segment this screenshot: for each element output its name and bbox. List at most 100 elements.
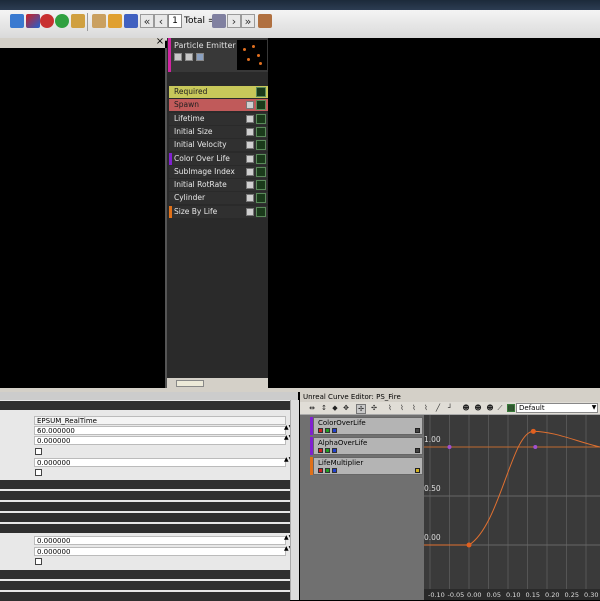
property-field[interactable]: EPSUM_RealTime [34, 416, 286, 425]
restart-icon[interactable] [10, 14, 24, 28]
curve-graph-icon[interactable] [256, 193, 266, 204]
category-bar[interactable] [0, 491, 290, 500]
category-bar[interactable] [0, 480, 290, 489]
curve-list-item[interactable]: LifeMultiplier [310, 457, 423, 475]
property-checkbox[interactable] [35, 448, 42, 455]
grid-icon[interactable] [108, 14, 122, 28]
curve-graph[interactable] [424, 415, 600, 600]
module-enable-checkbox[interactable] [246, 207, 254, 216]
green-circle-icon[interactable] [55, 14, 69, 28]
straighten-tangents-icon[interactable]: ☻ [474, 404, 482, 412]
curve-graph-icon[interactable] [256, 140, 266, 151]
module-enable-checkbox[interactable] [246, 101, 254, 110]
save-icon[interactable] [124, 14, 138, 28]
first-lod-button[interactable]: « [140, 14, 154, 28]
preview-viewport[interactable] [0, 48, 167, 388]
curve-graph-icon[interactable] [256, 206, 266, 217]
property-field[interactable]: 0.000000 [34, 547, 286, 556]
curve-graph-icon[interactable] [256, 166, 266, 177]
module-enable-checkbox[interactable] [246, 167, 254, 176]
property-field[interactable]: 0.000000 [34, 458, 286, 467]
channel-toggle-icon[interactable] [332, 468, 337, 473]
channel-toggle-icon[interactable] [318, 468, 323, 473]
channel-toggle-icon[interactable] [325, 468, 330, 473]
channel-toggle-icon[interactable] [318, 448, 323, 453]
property-field[interactable]: 0.000000 [34, 436, 286, 445]
property-field[interactable]: 60.000000 [34, 426, 286, 435]
add-lod-icon[interactable] [212, 14, 226, 28]
module-row[interactable]: Lifetime [169, 112, 268, 125]
emitter-toggle-icon[interactable] [174, 53, 182, 61]
curve-auto-icon[interactable]: ⌇ [386, 404, 394, 412]
module-row[interactable]: Initial Velocity [169, 139, 268, 152]
wrench-icon[interactable] [71, 14, 85, 28]
module-enable-checkbox[interactable] [246, 114, 254, 123]
curve-graph-icon[interactable] [256, 153, 266, 164]
lod-number-field[interactable]: 1 [168, 14, 182, 28]
create-tab-icon[interactable]: ⟋ [496, 404, 504, 412]
curve-graph-icon[interactable] [256, 87, 266, 97]
emitter-render-icon[interactable] [185, 53, 193, 61]
pan-icon[interactable]: ✥ [342, 404, 350, 412]
close-icon[interactable]: × [155, 37, 165, 47]
prev-lod-button[interactable]: ‹ [154, 14, 168, 28]
curve-list-item[interactable]: ColorOverLife [310, 417, 423, 435]
curve-graph-icon[interactable] [256, 126, 266, 137]
scrollbar-thumb[interactable] [176, 380, 204, 387]
curve-user-icon[interactable]: ⌇ [410, 404, 418, 412]
module-row[interactable]: Initial Size [169, 125, 268, 138]
emitter-mode-icon[interactable] [196, 53, 204, 61]
red-circle-icon[interactable] [40, 14, 54, 28]
channel-toggle-icon[interactable] [325, 428, 330, 433]
fence-icon[interactable] [92, 14, 106, 28]
module-enable-checkbox[interactable] [246, 154, 254, 163]
curve-list-item[interactable]: AlphaOverLife [310, 437, 423, 455]
property-checkbox[interactable] [35, 469, 42, 476]
module-enable-checkbox[interactable] [246, 181, 254, 190]
chevron-down-icon[interactable]: ▼ [590, 403, 598, 413]
curve-graph-icon[interactable] [256, 113, 266, 124]
color-icon[interactable] [26, 14, 40, 28]
module-enable-checkbox[interactable] [246, 127, 254, 136]
category-bar[interactable] [0, 401, 290, 410]
channel-toggle-icon[interactable] [332, 448, 337, 453]
module-row[interactable]: Spawn [169, 99, 268, 112]
category-bar[interactable] [0, 502, 290, 511]
next-lod-button[interactable]: › [227, 14, 241, 28]
module-enable-checkbox[interactable] [246, 194, 254, 203]
zoom-mode-icon[interactable]: ✣ [370, 404, 378, 412]
property-field[interactable]: 0.000000 [34, 536, 286, 545]
module-row[interactable]: SubImage Index [169, 165, 268, 178]
curve-linear-icon[interactable]: ╱ [434, 404, 442, 412]
curve-graph-icon[interactable] [256, 180, 266, 191]
curve-break-icon[interactable]: ⌇ [422, 404, 430, 412]
property-checkbox[interactable] [35, 558, 42, 565]
category-bar[interactable] [0, 524, 290, 533]
fit-horizontal-icon[interactable]: ⇹ [308, 404, 316, 412]
fit-all-icon[interactable]: ◆ [331, 404, 339, 412]
curve-visibility-icon[interactable] [415, 428, 420, 433]
emitter-canvas[interactable] [268, 38, 600, 390]
curve-visibility-icon[interactable] [415, 448, 420, 453]
curve-auto-clamp-icon[interactable]: ⌇ [398, 404, 406, 412]
curve-constant-icon[interactable]: ┘ [446, 404, 454, 412]
curve-graph-icon[interactable] [256, 100, 266, 111]
pan-mode-icon[interactable]: ✢ [356, 404, 366, 414]
category-bar[interactable] [0, 513, 290, 522]
category-bar[interactable] [0, 581, 290, 590]
last-lod-button[interactable]: » [241, 14, 255, 28]
fit-vertical-icon[interactable]: ↕ [320, 404, 328, 412]
module-row[interactable]: Required [169, 86, 268, 98]
flatten-tangents-icon[interactable]: ☻ [462, 404, 470, 412]
module-row[interactable]: Color Over Life [169, 152, 268, 165]
module-row[interactable]: Initial RotRate [169, 179, 268, 192]
show-all-tangents-icon[interactable]: ☻ [486, 404, 494, 412]
channel-toggle-icon[interactable] [318, 428, 323, 433]
module-row[interactable]: Size By Life [169, 205, 268, 218]
channel-toggle-icon[interactable] [332, 428, 337, 433]
category-bar[interactable] [0, 570, 290, 579]
tab-icon[interactable]: ▤ [507, 404, 515, 412]
tab-select[interactable]: Default [516, 403, 598, 413]
module-enable-checkbox[interactable] [246, 141, 254, 150]
curve-graph-svg[interactable] [424, 415, 600, 600]
